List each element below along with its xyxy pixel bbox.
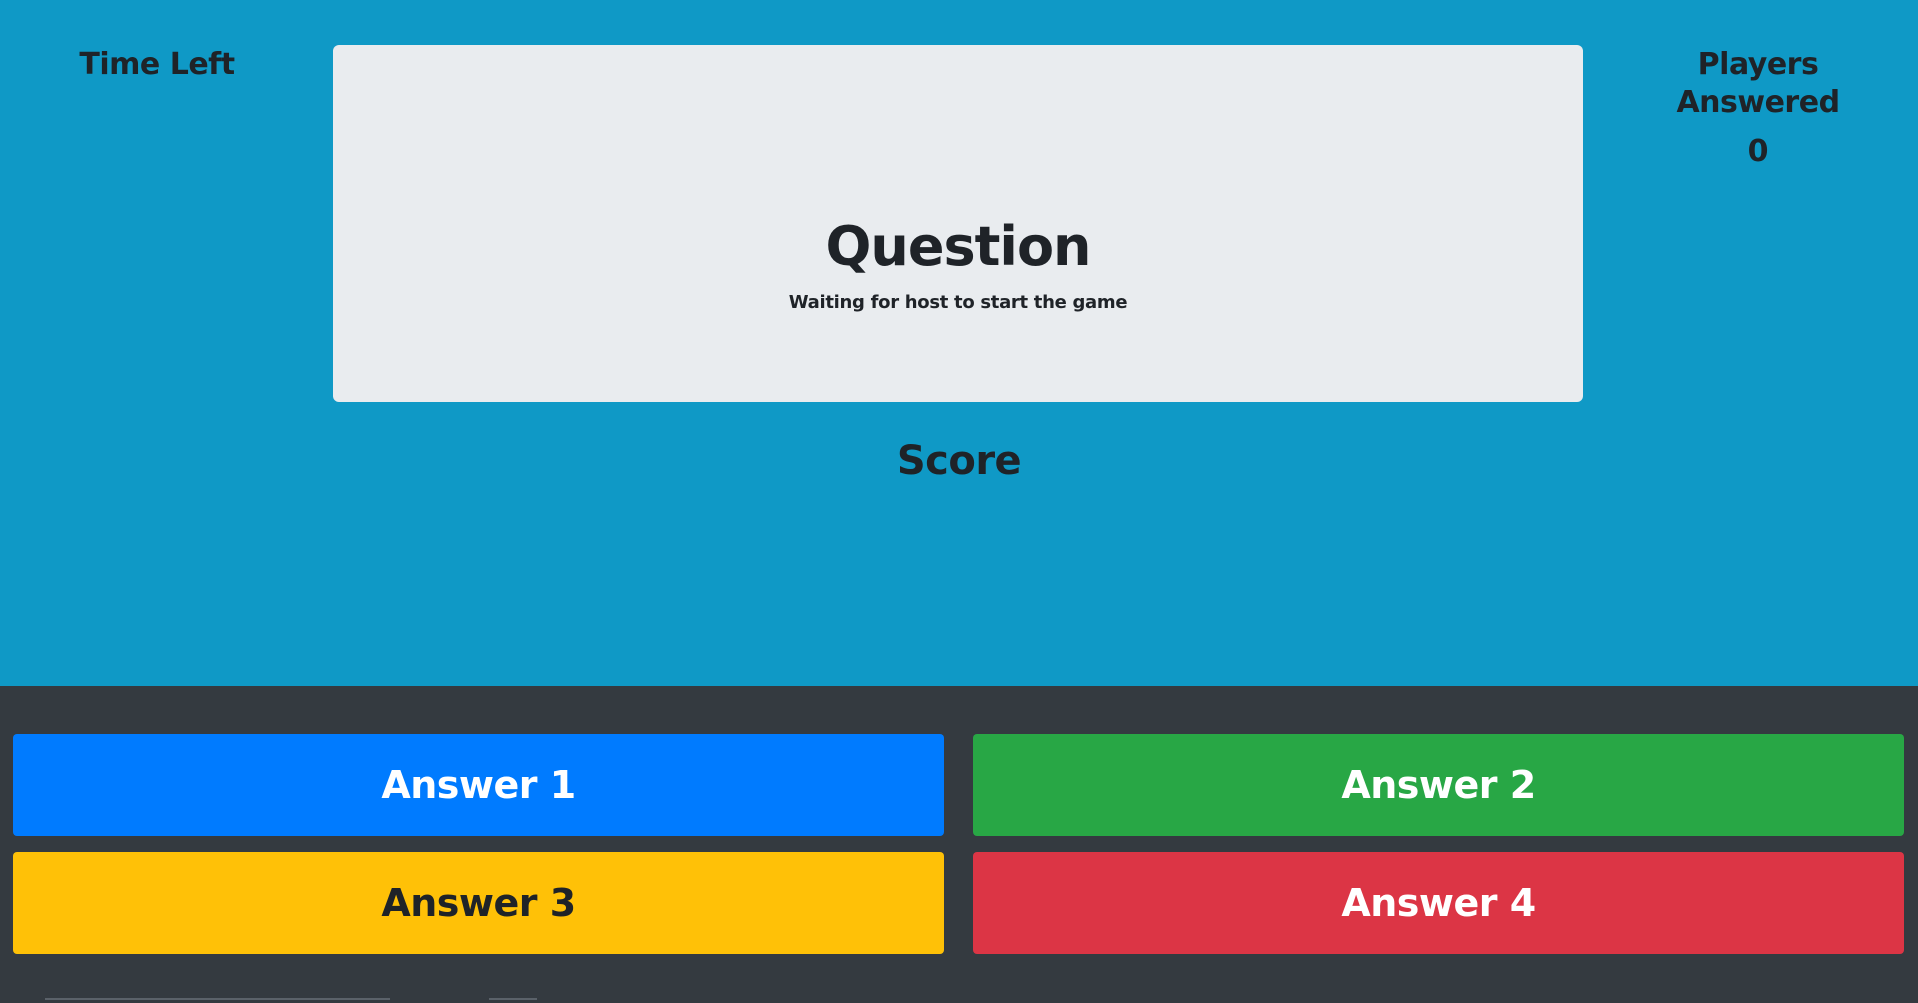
question-status: Waiting for host to start the game (788, 292, 1128, 313)
score-label: Score (896, 438, 1022, 484)
answer-4-button[interactable]: Answer 4 (973, 852, 1904, 954)
players-answered-count: 0 (1747, 134, 1769, 169)
game-stage: Time Left Question Waiting for host to s… (0, 0, 1918, 686)
bottom-divider (45, 998, 390, 1000)
question-title: Question (825, 215, 1092, 278)
answer-1-button[interactable]: Answer 1 (13, 734, 944, 836)
question-card: Question Waiting for host to start the g… (333, 45, 1583, 402)
bottom-divider-secondary (489, 998, 537, 1000)
answer-3-button[interactable]: Answer 3 (13, 852, 944, 954)
time-left-label: Time Left (79, 47, 235, 82)
players-answered-label: Players Answered (1676, 47, 1840, 120)
answer-2-button[interactable]: Answer 2 (973, 734, 1904, 836)
